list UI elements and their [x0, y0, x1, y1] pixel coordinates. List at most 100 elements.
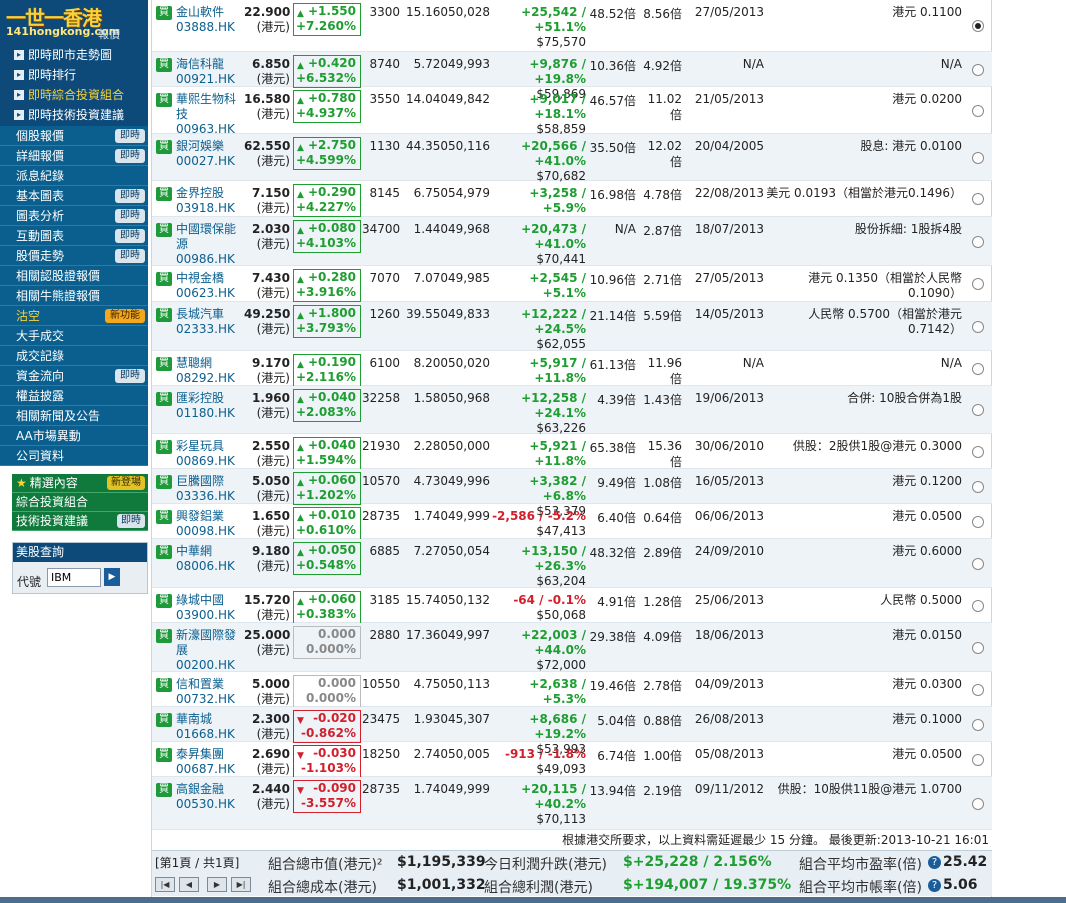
select-radio[interactable] — [972, 321, 984, 333]
select-radio[interactable] — [972, 152, 984, 164]
stock-code[interactable]: 00869.HK — [176, 454, 242, 469]
select-radio[interactable] — [972, 719, 984, 731]
stock-name[interactable]: 慧聰網 — [176, 356, 242, 371]
stock-name-cell[interactable]: 華南城 01668.HK — [176, 712, 242, 742]
stock-code[interactable]: 03888.HK — [176, 20, 242, 35]
stock-code[interactable]: 00732.HK — [176, 692, 242, 707]
menu-item[interactable]: 相關牛熊證報價 — [0, 286, 148, 306]
stock-code[interactable]: 00986.HK — [176, 252, 242, 267]
stock-code[interactable]: 03336.HK — [176, 489, 242, 504]
select-radio[interactable] — [972, 600, 984, 612]
stock-code[interactable]: 00623.HK — [176, 286, 242, 301]
stock-name[interactable]: 巨騰國際 — [176, 474, 242, 489]
buy-button[interactable]: 買 — [156, 187, 172, 201]
stock-code[interactable]: 03918.HK — [176, 201, 242, 216]
submenu-item[interactable]: ▸ 即時技術投資建議 — [0, 105, 148, 125]
stock-name[interactable]: 長城汽車 — [176, 307, 242, 322]
select-radio[interactable] — [972, 642, 984, 654]
stock-name-cell[interactable]: 金界控股 03918.HK — [176, 186, 242, 216]
portfolio-menu-item[interactable]: 技術投資建議 即時 — [12, 512, 148, 531]
prev-page-button[interactable]: ◀ — [179, 877, 199, 892]
stock-code[interactable]: 01668.HK — [176, 727, 242, 742]
select-radio[interactable] — [972, 558, 984, 570]
menu-item[interactable]: 相關認股證報價 — [0, 266, 148, 286]
stock-code[interactable]: 00687.HK — [176, 762, 242, 777]
buy-button[interactable]: 買 — [156, 6, 172, 20]
stock-code[interactable]: 08006.HK — [176, 559, 242, 574]
stock-name[interactable]: 銀河娛樂 — [176, 139, 242, 154]
menu-item[interactable]: 相關新聞及公告 — [0, 406, 148, 426]
buy-button[interactable]: 買 — [156, 392, 172, 406]
buy-button[interactable]: 買 — [156, 93, 172, 107]
buy-button[interactable]: 買 — [156, 58, 172, 72]
submenu-item[interactable]: ▸ 即時綜合投資組合 — [0, 85, 148, 105]
buy-button[interactable]: 買 — [156, 594, 172, 608]
stock-name[interactable]: 彩星玩具 — [176, 439, 242, 454]
menu-item[interactable]: 派息紀錄 — [0, 166, 148, 186]
stock-name-cell[interactable]: 華熙生物科技 00963.HK — [176, 92, 242, 137]
stock-name[interactable]: 華熙生物科技 — [176, 92, 242, 122]
select-radio[interactable] — [972, 278, 984, 290]
stock-name-cell[interactable]: 高銀金融 00530.HK — [176, 782, 242, 812]
buy-button[interactable]: 買 — [156, 272, 172, 286]
buy-button[interactable]: 買 — [156, 713, 172, 727]
stock-code[interactable]: 00530.HK — [176, 797, 242, 812]
menu-item[interactable]: 公司資料 — [0, 446, 148, 466]
us-quote-code-input[interactable] — [47, 568, 101, 587]
stock-name[interactable]: 信和置業 — [176, 677, 242, 692]
select-radio[interactable] — [972, 64, 984, 76]
stock-name[interactable]: 金山軟件 — [176, 5, 242, 20]
portfolio-menu-item[interactable]: ★ 精選內容 新登場 — [12, 474, 148, 493]
menu-item[interactable]: 資金流向 即時 — [0, 366, 148, 386]
buy-button[interactable]: 買 — [156, 678, 172, 692]
select-radio[interactable] — [972, 105, 984, 117]
stock-code[interactable]: 00027.HK — [176, 154, 242, 169]
buy-button[interactable]: 買 — [156, 308, 172, 322]
select-radio[interactable] — [972, 363, 984, 375]
stock-name[interactable]: 泰昇集團 — [176, 747, 242, 762]
buy-button[interactable]: 買 — [156, 510, 172, 524]
stock-name[interactable]: 綠城中國 — [176, 593, 242, 608]
menu-item[interactable]: 基本圖表 即時 — [0, 186, 148, 206]
stock-name[interactable]: 中國環保能源 — [176, 222, 242, 252]
stock-name-cell[interactable]: 中國環保能源 00986.HK — [176, 222, 242, 267]
menu-item[interactable]: 權益披露 — [0, 386, 148, 406]
first-page-button[interactable]: |◀ — [155, 877, 175, 892]
menu-item[interactable]: 個股報價 即時 — [0, 126, 148, 146]
stock-name-cell[interactable]: 綠城中國 03900.HK — [176, 593, 242, 623]
buy-button[interactable]: 買 — [156, 440, 172, 454]
stock-name-cell[interactable]: 海信科龍 00921.HK — [176, 57, 242, 87]
stock-name[interactable]: 中視金橋 — [176, 271, 242, 286]
stock-name-cell[interactable]: 信和置業 00732.HK — [176, 677, 242, 707]
menu-item[interactable]: 圖表分析 即時 — [0, 206, 148, 226]
buy-button[interactable]: 買 — [156, 140, 172, 154]
select-radio[interactable] — [972, 481, 984, 493]
select-radio[interactable] — [972, 236, 984, 248]
stock-name-cell[interactable]: 慧聰網 08292.HK — [176, 356, 242, 386]
submenu-item[interactable]: ▸ 即時排行 — [0, 65, 148, 85]
select-radio[interactable] — [972, 193, 984, 205]
submenu-item[interactable]: ▸ 即時即市走勢圖 — [0, 45, 148, 65]
menu-item[interactable]: 股價走勢 即時 — [0, 246, 148, 266]
buy-button[interactable]: 買 — [156, 475, 172, 489]
stock-code[interactable]: 01180.HK — [176, 406, 242, 421]
stock-name-cell[interactable]: 長城汽車 02333.HK — [176, 307, 242, 337]
stock-name-cell[interactable]: 彩星玩具 00869.HK — [176, 439, 242, 469]
stock-name[interactable]: 興發鋁業 — [176, 509, 242, 524]
pb-help-icon[interactable]: ? — [928, 879, 941, 892]
site-logo[interactable]: 一世一香港 141hongkong.com 報價 — [0, 0, 148, 44]
last-page-button[interactable]: ▶| — [231, 877, 251, 892]
stock-name-cell[interactable]: 泰昇集團 00687.HK — [176, 747, 242, 777]
select-radio[interactable] — [972, 446, 984, 458]
menu-item[interactable]: 成交記錄 — [0, 346, 148, 366]
buy-button[interactable]: 買 — [156, 629, 172, 643]
stock-name-cell[interactable]: 銀河娛樂 00027.HK — [176, 139, 242, 169]
stock-name[interactable]: 中華網 — [176, 544, 242, 559]
stock-name-cell[interactable]: 中華網 08006.HK — [176, 544, 242, 574]
stock-code[interactable]: 00921.HK — [176, 72, 242, 87]
buy-button[interactable]: 買 — [156, 223, 172, 237]
portfolio-menu-item[interactable]: 綜合投資組合 — [12, 493, 148, 512]
stock-name-cell[interactable]: 匯彩控股 01180.HK — [176, 391, 242, 421]
stock-name[interactable]: 高銀金融 — [176, 782, 242, 797]
stock-name-cell[interactable]: 中視金橋 00623.HK — [176, 271, 242, 301]
